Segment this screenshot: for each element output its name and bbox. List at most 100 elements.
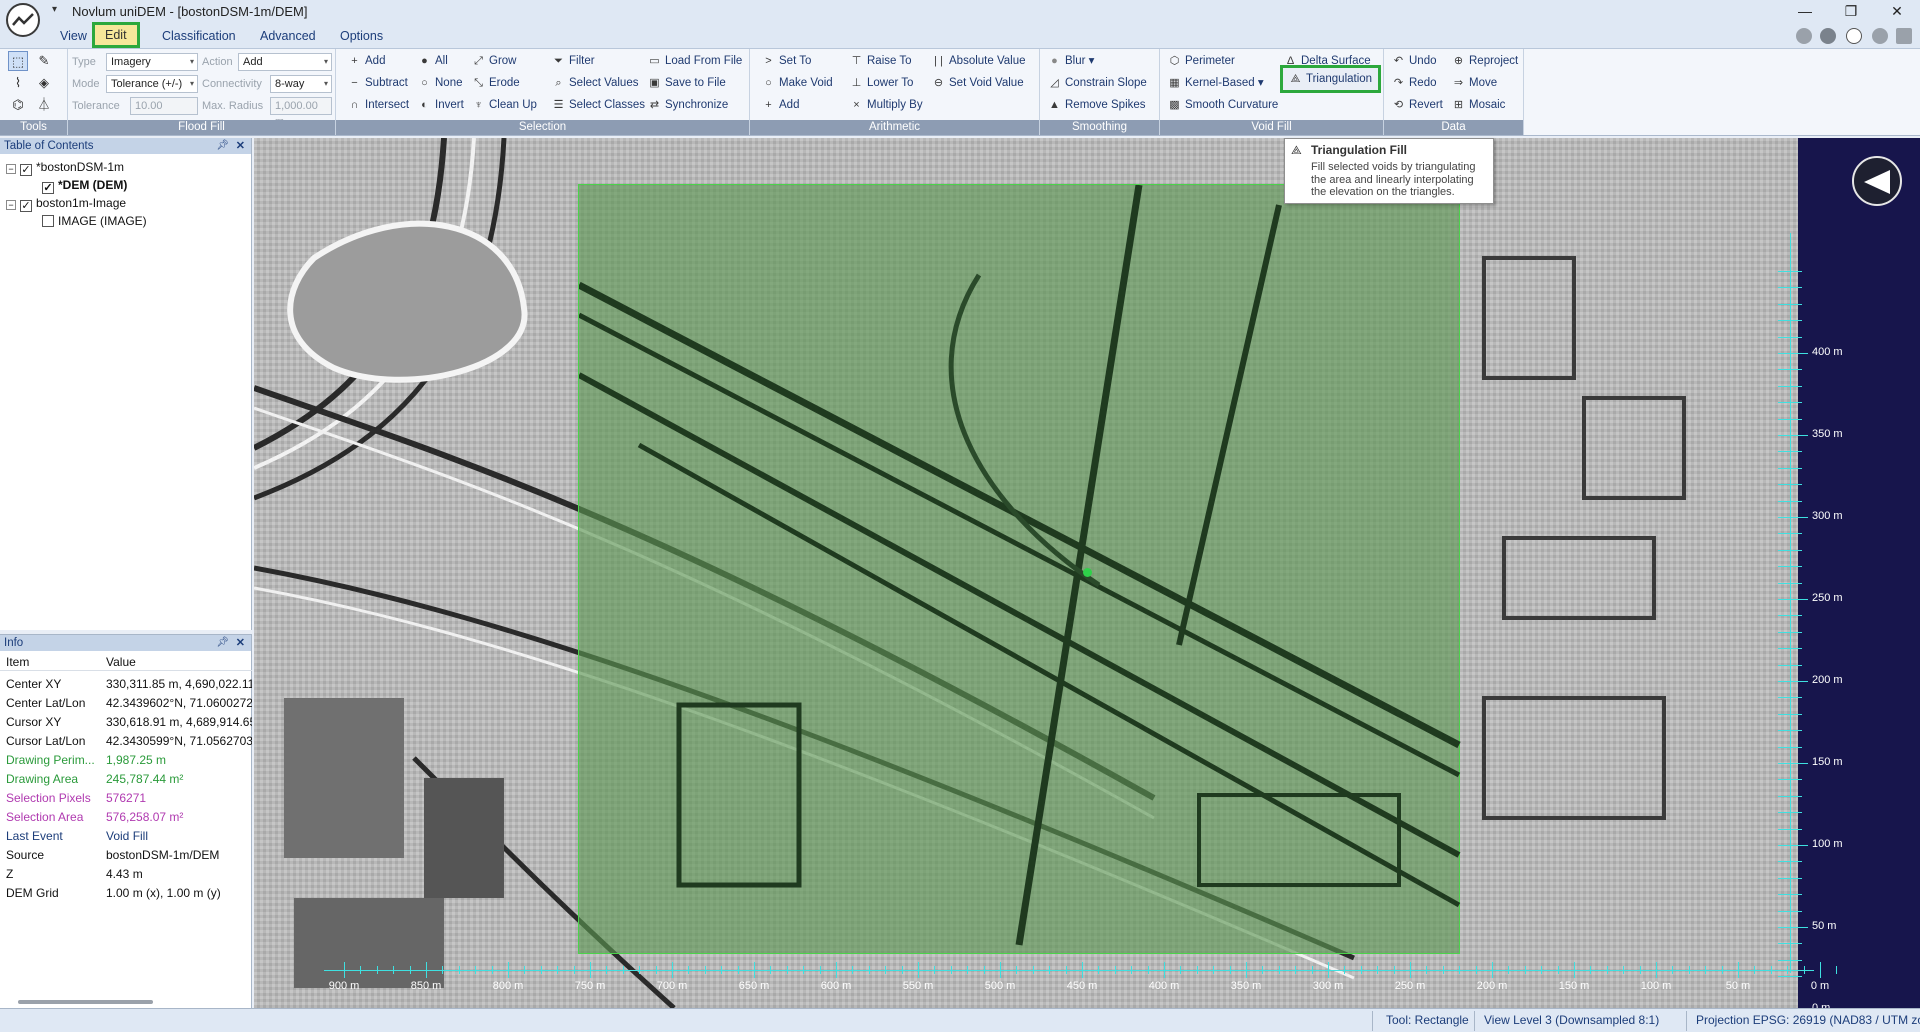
redo-button[interactable]: ↷ Redo [1392, 73, 1437, 93]
select-classes-button[interactable]: ☰ Select Classes [552, 95, 646, 115]
layer-checkbox[interactable]: ✓ [20, 200, 32, 212]
kernel-based-button[interactable]: ▦ Kernel-Based ▾ [1168, 73, 1263, 93]
layer-checkbox[interactable]: ✓ [42, 182, 54, 194]
multiply-by-button[interactable]: × Multiply By [850, 95, 922, 115]
void-value-icon: ⊖ [933, 77, 944, 89]
lasso-icon[interactable]: ⌇ [8, 73, 28, 93]
select-all-button[interactable]: ● All [418, 51, 448, 71]
scale-minor-tick [1508, 966, 1510, 974]
status-circle-icon[interactable] [1796, 28, 1812, 44]
polygon-select-icon[interactable]: ⌬ [8, 95, 28, 115]
measure-icon[interactable]: ⏃ [34, 95, 54, 115]
tree-item-bostondsm[interactable]: − ✓ *bostonDSM-1m [6, 158, 124, 176]
compass-icon[interactable] [1852, 156, 1902, 206]
close-icon[interactable]: ✕ [236, 635, 245, 651]
info-icon[interactable] [1896, 28, 1912, 44]
tooltip-body: Fill selected voids by triangulating the… [1311, 161, 1476, 198]
subtract-button[interactable]: − Subtract [348, 73, 408, 93]
pin-icon[interactable]: 📌︎ [216, 635, 229, 651]
tree-item-image[interactable]: IMAGE (IMAGE) [42, 212, 147, 230]
app-logo[interactable] [6, 3, 40, 37]
undo-button[interactable]: ↶ Undo [1392, 51, 1437, 71]
blur-button[interactable]: ● Blur ▾ [1048, 51, 1094, 71]
make-void-button[interactable]: ○ Make Void [762, 73, 833, 93]
value-column-header[interactable]: Value [106, 653, 136, 672]
item-column-header[interactable]: Item [6, 653, 29, 672]
scale-minor-tick [1778, 484, 1802, 486]
quick-access-dropdown-icon[interactable]: ▾ [52, 4, 57, 15]
connectivity-dropdown[interactable]: 8-way ▾ [270, 75, 332, 93]
invert-button[interactable]: ◐ Invert [418, 95, 464, 115]
reproject-button[interactable]: ⊕ Reproject [1452, 51, 1518, 71]
help-icon[interactable] [1846, 28, 1862, 44]
save-to-file-button[interactable]: ▣ Save to File [648, 73, 725, 93]
load-from-file-button[interactable]: ▭ Load From File [648, 51, 742, 71]
horizontal-scrollbar[interactable] [18, 1000, 153, 1004]
set-to-button[interactable]: > Set To [762, 51, 811, 71]
close-icon[interactable]: ✕ [236, 138, 245, 154]
settings-icon[interactable] [1872, 28, 1888, 44]
move-button[interactable]: ⇒ Move [1452, 73, 1497, 93]
revert-button[interactable]: ⟲ Revert [1392, 95, 1443, 115]
tools-icon[interactable] [1820, 28, 1836, 44]
raise-to-button[interactable]: ⊤ Raise To [850, 51, 912, 71]
arithmetic-add-button[interactable]: + Add [762, 95, 799, 115]
set-void-value-button[interactable]: ⊖ Set Void Value [932, 73, 1024, 93]
map-view[interactable]: 400 m 350 m 300 m 250 m 200 m 150 m 100 m 50 m 0… [254, 138, 1920, 1008]
scale-minor-tick [1778, 303, 1802, 305]
redo-icon: ↷ [1393, 77, 1404, 89]
tolerance-input[interactable]: 10.00 [130, 97, 198, 115]
synchronize-button[interactable]: ⇄ Synchronize [648, 95, 728, 115]
scale-minor-tick [1778, 451, 1802, 453]
scale-minor-tick [540, 966, 542, 974]
layer-checkbox[interactable] [42, 215, 54, 227]
tab-edit[interactable]: Edit [92, 22, 140, 48]
type-dropdown[interactable]: Imagery ▾ [106, 53, 198, 71]
max-radius-input[interactable]: 1,000.00 m [270, 97, 332, 128]
restore-button[interactable]: ❐ [1828, 0, 1874, 24]
lower-to-button[interactable]: ⊥ Lower To [850, 73, 914, 93]
scale-minor-tick [557, 966, 559, 974]
fill-bucket-icon[interactable]: ◈ [34, 73, 54, 93]
tab-options[interactable]: Options [330, 26, 393, 46]
select-none-button[interactable]: ○ None [418, 73, 462, 93]
toc-title: Table of Contents [4, 140, 94, 152]
perimeter-button[interactable]: ⬡ Perimeter [1168, 51, 1235, 71]
triangulation-button[interactable]: ⟁ Triangulation [1280, 65, 1382, 93]
layer-checkbox[interactable]: ✓ [20, 164, 32, 176]
selection-add-button[interactable]: + Add [348, 51, 385, 71]
scale-minor-tick [639, 966, 641, 974]
absolute-value-button[interactable]: | | Absolute Value [932, 51, 1025, 71]
smooth-curvature-button[interactable]: ▩ Smooth Curvature [1168, 95, 1278, 115]
tree-item-dem[interactable]: ✓ *DEM (DEM) [42, 176, 127, 194]
minimize-button[interactable]: — [1782, 0, 1828, 24]
clean-up-button[interactable]: ♆ Clean Up [472, 95, 537, 115]
mode-dropdown[interactable]: Tolerance (+/-) ▾ [106, 75, 198, 93]
remove-spikes-button[interactable]: ▲ Remove Spikes [1048, 95, 1146, 115]
erode-button[interactable]: ⤡ Erode [472, 73, 520, 93]
pin-icon[interactable]: 📌︎ [216, 138, 229, 154]
intersect-button[interactable]: ∩ Intersect [348, 95, 410, 115]
tab-classification[interactable]: Classification [152, 26, 246, 46]
tab-advanced[interactable]: Advanced [250, 26, 326, 46]
arithmetic-group-label: Arithmetic [750, 120, 1039, 135]
rectangle-select-icon[interactable]: ⬚ [8, 51, 28, 71]
select-values-button[interactable]: ⌕ Select Values [552, 73, 638, 93]
filter-button[interactable]: ⏷ Filter [552, 51, 594, 71]
collapse-icon[interactable]: − [6, 164, 16, 174]
scale-minor-tick [1606, 966, 1608, 974]
grow-button[interactable]: ⤢ Grow [472, 51, 516, 71]
triangulation-icon: ⟁ [1291, 143, 1302, 157]
tree-item-boston-image[interactable]: − ✓ boston1m-Image [6, 194, 126, 212]
abs-icon: | | [934, 55, 943, 67]
constrain-slope-button[interactable]: ◿ Constrain Slope [1048, 73, 1147, 93]
action-dropdown[interactable]: Add ▾ [238, 53, 332, 71]
close-button[interactable]: ✕ [1874, 0, 1920, 24]
void-fill-selection[interactable] [577, 184, 1461, 954]
pencil-icon[interactable]: ✎ [34, 51, 54, 71]
tab-view[interactable]: View [50, 26, 97, 46]
collapse-icon[interactable]: − [6, 200, 16, 210]
scale-minor-tick [1820, 966, 1821, 974]
mosaic-button[interactable]: ⊞ Mosaic [1452, 95, 1506, 115]
info-item-label: Selection Area [6, 810, 84, 824]
